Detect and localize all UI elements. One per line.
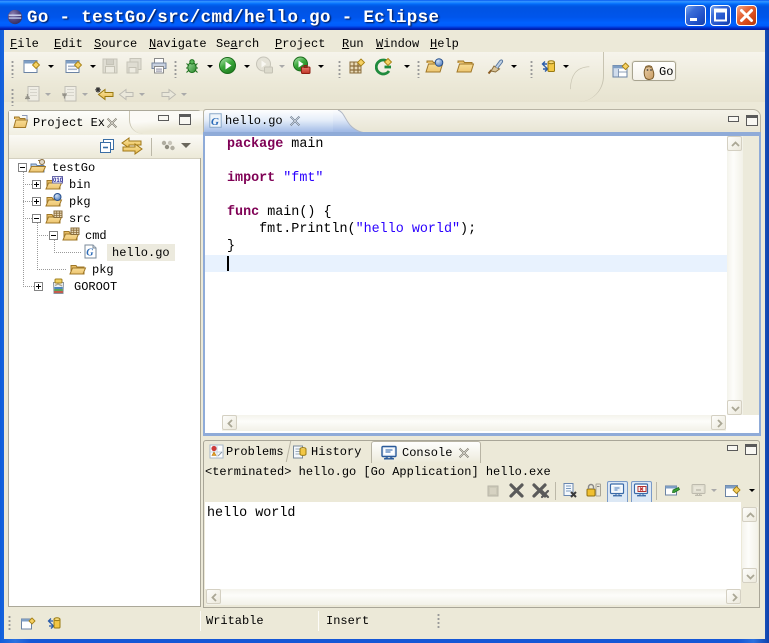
- svg-text:G: G: [211, 116, 219, 128]
- svg-text:G: G: [86, 248, 94, 259]
- svg-text:010: 010: [53, 178, 63, 184]
